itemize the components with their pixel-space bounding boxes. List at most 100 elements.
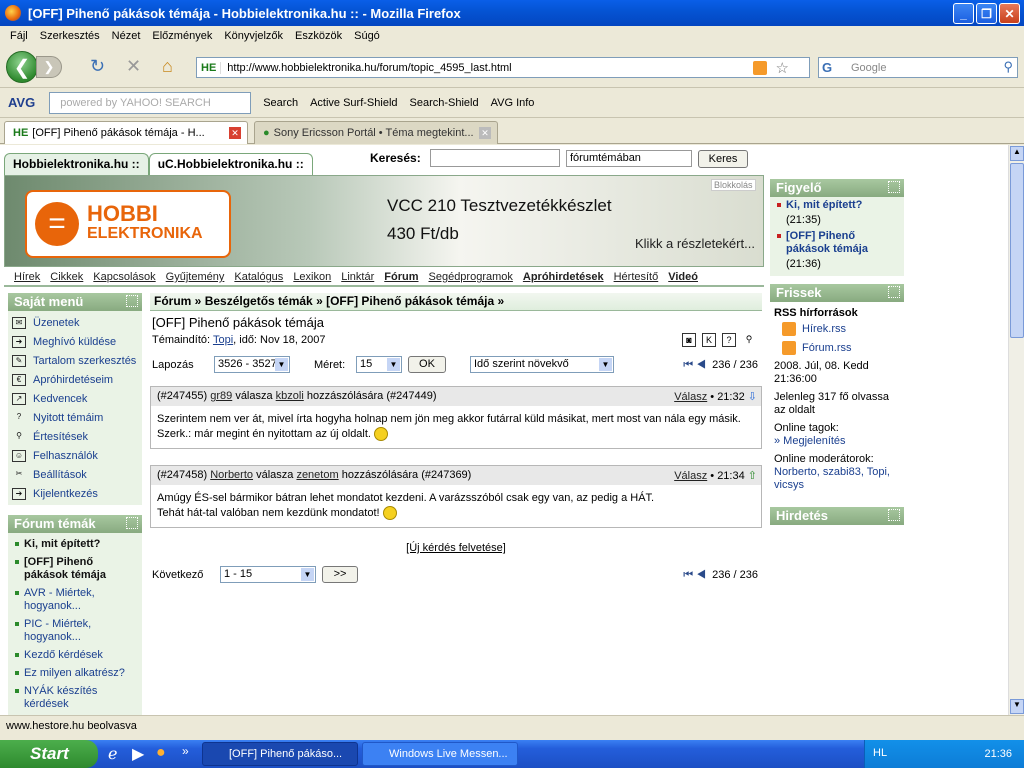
active-surf-shield-button[interactable]: Active Surf-Shield <box>310 97 397 109</box>
k-icon[interactable]: K <box>702 333 716 347</box>
next-button[interactable]: >> <box>322 566 358 583</box>
block-ad-button[interactable]: Blokkolás <box>711 179 756 191</box>
help-icon[interactable]: ? <box>722 333 736 347</box>
bookmark-star-icon[interactable]: ☆ <box>776 59 789 77</box>
nav-forum[interactable]: Fórum <box>384 271 418 283</box>
prev-page-icon[interactable]: ◀ <box>696 359 706 371</box>
arrow-down-icon[interactable]: ⇩ <box>748 391 757 403</box>
search-icon[interactable]: ⚲ <box>742 333 756 347</box>
grip-icon[interactable] <box>126 517 138 529</box>
nav-hirek[interactable]: Hírek <box>14 271 40 283</box>
page-range-select[interactable]: 3526 - 3527 <box>214 356 290 373</box>
topic-pic[interactable]: PIC - Miértek, hogyanok... <box>10 617 140 645</box>
task-messenger[interactable]: Windows Live Messen... <box>362 742 518 766</box>
address-bar[interactable]: HE http://www.hobbielektronika.hu/forum/… <box>196 57 810 78</box>
search-shield-button[interactable]: Search-Shield <box>410 97 479 109</box>
rss-feed-icon[interactable] <box>753 61 767 75</box>
topic-kezdo[interactable]: Kezdő kérdések <box>10 648 140 663</box>
menu-history[interactable]: Előzmények <box>152 30 212 42</box>
menu-open-topics[interactable]: ? Nyitott témáim <box>10 408 140 427</box>
nav-aprohirdetesek[interactable]: Apróhirdetések <box>523 271 604 283</box>
watch-item[interactable]: Ki, mit épített? <box>774 199 900 212</box>
menu-edit[interactable]: Szerkesztés <box>40 30 100 42</box>
new-question-link[interactable]: [Új kérdés felvetése] <box>150 542 762 554</box>
scroll-thumb[interactable] <box>1010 163 1024 338</box>
search-scope-select[interactable]: fórumtémában <box>566 150 692 167</box>
post-replyto-link[interactable]: zenetom <box>296 469 338 481</box>
site-search-button[interactable]: Keres <box>698 150 748 168</box>
menu-help[interactable]: Súgó <box>354 30 380 42</box>
site-tab-hobbielektronika[interactable]: Hobbielektronika.hu :: <box>4 153 149 175</box>
topic-nyak[interactable]: NYÁK készítés kérdések <box>10 684 140 712</box>
show-more-icon[interactable]: » <box>182 744 189 758</box>
topic-ki-mit-epitett[interactable]: Ki, mit épített? <box>10 537 140 552</box>
menu-notifications[interactable]: ⚲ Értesítések <box>10 427 140 446</box>
maximize-button[interactable]: ❐ <box>976 3 997 24</box>
nav-lexikon[interactable]: Lexikon <box>293 271 331 283</box>
back-button[interactable]: ❮ <box>6 51 38 83</box>
crumb-topic[interactable]: [OFF] Pihenő pákások témája <box>326 294 494 308</box>
ok-button[interactable]: OK <box>408 356 446 373</box>
google-icon[interactable]: G <box>822 60 832 75</box>
tab-sony-ericsson[interactable]: ● Sony Ericsson Portál • Téma megtekint.… <box>254 121 498 144</box>
site-search-input[interactable] <box>430 149 560 167</box>
ad-banner[interactable]: = HOBBI ELEKTRONIKA Blokkolás VCC 210 Tes… <box>4 175 764 267</box>
watch-item[interactable]: [OFF] Pihenő pákások témája <box>774 230 900 256</box>
first-page-icon[interactable]: ⏮ <box>683 569 693 581</box>
topic-avr[interactable]: AVR - Miértek, hogyanok... <box>10 586 140 614</box>
start-button[interactable]: Start <box>0 740 98 768</box>
avg-logo[interactable]: AVG <box>8 95 35 110</box>
menu-logout[interactable]: ➔ Kijelentkezés <box>10 484 140 503</box>
minimize-button[interactable]: _ <box>953 3 974 24</box>
language-indicator[interactable]: HL <box>873 747 887 759</box>
grip-icon[interactable] <box>888 181 900 193</box>
prev-page-icon[interactable]: ◀ <box>696 569 706 581</box>
scroll-up-icon[interactable]: ▲ <box>1010 146 1024 161</box>
nav-linktar[interactable]: Linktár <box>341 271 374 283</box>
tab-close-icon[interactable]: ✕ <box>479 127 491 139</box>
avg-info-button[interactable]: AVG Info <box>491 97 535 109</box>
menu-users[interactable]: ☺ Felhasználók <box>10 446 140 465</box>
forward-button[interactable]: ❯ <box>36 56 62 78</box>
nav-cikkek[interactable]: Cikkek <box>50 271 83 283</box>
ie-quicklaunch-icon[interactable]: ℯ <box>108 744 117 764</box>
menu-messages[interactable]: ✉ Üzenetek <box>10 313 140 332</box>
nav-katalogus[interactable]: Katalógus <box>234 271 283 283</box>
grip-icon[interactable] <box>888 509 900 521</box>
nav-segedprogramok[interactable]: Segédprogramok <box>429 271 513 283</box>
mods-list[interactable]: Norberto, szabi83, Topi, vicsys <box>774 466 900 492</box>
yahoo-search-input[interactable]: powered by YAHOO! SEARCH <box>49 91 252 114</box>
search-go-icon[interactable]: ⚲ <box>1003 59 1013 75</box>
close-button[interactable]: ✕ <box>999 3 1020 24</box>
task-firefox[interactable]: [OFF] Pihenő pákáso... <box>202 742 358 766</box>
grip-icon[interactable] <box>126 295 138 307</box>
reload-icon[interactable]: ↻ <box>90 56 105 77</box>
menu-settings[interactable]: ✂ Beállítások <box>10 465 140 484</box>
first-page-icon[interactable]: ⏮ <box>683 359 693 371</box>
tab-hobbielektronika[interactable]: HE [OFF] Pihenő pákások témája - H... ✕ <box>4 121 248 144</box>
avg-search-button[interactable]: Search <box>263 97 298 109</box>
url-text[interactable]: http://www.hobbielektronika.hu/forum/top… <box>227 62 511 74</box>
vertical-scrollbar[interactable]: ▲ ▼ <box>1008 145 1024 715</box>
size-select[interactable]: 15 <box>356 356 402 373</box>
reply-link[interactable]: Válasz <box>674 470 707 482</box>
grip-icon[interactable] <box>888 286 900 298</box>
topic-alkatresz[interactable]: Ez milyen alkatrész? <box>10 666 140 681</box>
banner-cta[interactable]: Klikk a részletekért... <box>635 236 755 251</box>
post-author-link[interactable]: gr89 <box>210 390 232 402</box>
nav-video[interactable]: Videó <box>668 271 698 283</box>
order-select[interactable]: Idő szerint növekvő <box>470 356 614 373</box>
post-replyto-link[interactable]: kbzoli <box>276 390 304 402</box>
menu-tools[interactable]: Eszközök <box>295 30 342 42</box>
members-link[interactable]: » Megjelenítés <box>774 435 900 448</box>
site-logo[interactable]: = HOBBI ELEKTRONIKA <box>25 190 231 258</box>
arrow-up-icon[interactable]: ⇧ <box>748 470 757 482</box>
home-icon[interactable]: ⌂ <box>162 56 173 77</box>
next-range-select[interactable]: 1 - 15 <box>220 566 316 583</box>
crumb-beszelgetos[interactable]: Beszélgetős témák <box>205 294 313 308</box>
topic-author-link[interactable]: Topi <box>213 334 233 346</box>
topic-off-piheno[interactable]: [OFF] Pihenő pákások témája <box>10 555 140 583</box>
menu-file[interactable]: Fájl <box>10 30 28 42</box>
menu-bookmarks[interactable]: Könyvjelzők <box>224 30 283 42</box>
stop-icon[interactable]: ✕ <box>126 56 141 77</box>
